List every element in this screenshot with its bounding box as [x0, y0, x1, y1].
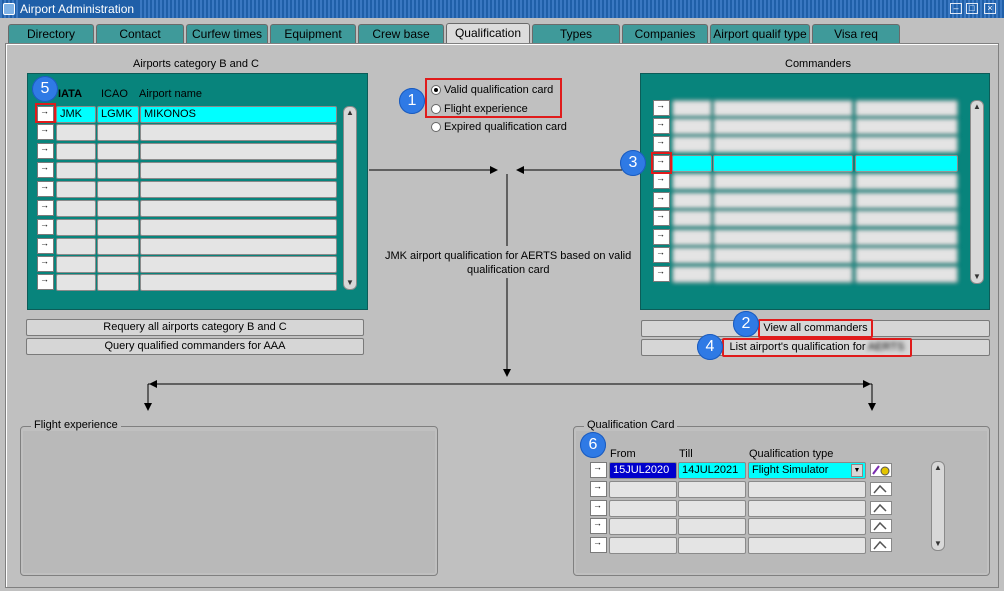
- qual-till-cell[interactable]: [678, 481, 746, 498]
- row-select-button[interactable]: →: [653, 136, 670, 152]
- step-badge-3: 3: [620, 150, 646, 176]
- qual-from-cell[interactable]: [609, 481, 677, 498]
- row-select-button[interactable]: →: [590, 481, 607, 497]
- row-select-button[interactable]: →: [653, 210, 670, 226]
- qual-type-select[interactable]: [748, 500, 866, 517]
- commander-code-cell[interactable]: [672, 136, 712, 153]
- step-badge-2: 2: [733, 311, 759, 337]
- list-button-label: List airport's qualification for: [729, 341, 866, 353]
- qual-type-select[interactable]: [748, 518, 866, 535]
- qual-till-cell[interactable]: [678, 537, 746, 554]
- link-icon[interactable]: [870, 519, 892, 533]
- col-qualification-type: Qualification type: [749, 448, 834, 460]
- col-till: Till: [679, 448, 693, 460]
- qual-till-cell[interactable]: [678, 500, 746, 517]
- commander-code-cell-selected[interactable]: [672, 155, 712, 172]
- row-select-button[interactable]: →: [590, 518, 607, 534]
- row-select-button[interactable]: →: [653, 100, 670, 116]
- commander-name-cell[interactable]: [713, 229, 853, 246]
- qualification-card-title: Qualification Card: [584, 419, 678, 431]
- commander-code-cell[interactable]: [672, 247, 712, 264]
- row-select-button[interactable]: →: [653, 192, 670, 208]
- commanders-title: Commanders: [785, 58, 852, 70]
- qual-type-select[interactable]: Flight Simulator ▼: [748, 462, 866, 479]
- commander-rank-cell[interactable]: [855, 100, 958, 117]
- list-button-name: AERTS: [867, 341, 905, 353]
- qual-till-cell[interactable]: 14JUL2021: [678, 462, 746, 479]
- scroll-down-icon[interactable]: ▼: [971, 271, 983, 283]
- row-select-button[interactable]: →: [653, 173, 670, 189]
- row-select-button[interactable]: →: [653, 247, 670, 263]
- row-select-button[interactable]: →: [653, 266, 670, 282]
- flight-experience-body: [23, 431, 435, 573]
- commander-rank-cell[interactable]: [855, 229, 958, 246]
- commanders-scrollbar[interactable]: ▲ ▼: [970, 100, 984, 284]
- scroll-down-icon[interactable]: ▼: [932, 538, 944, 550]
- qual-type-select[interactable]: [748, 537, 866, 554]
- commander-code-cell[interactable]: [672, 173, 712, 190]
- highlight-box-3: [651, 152, 672, 174]
- step-badge-4: 4: [697, 334, 723, 360]
- commander-code-cell[interactable]: [672, 100, 712, 117]
- step-badge-6: 6: [580, 432, 606, 458]
- row-select-button[interactable]: →: [590, 500, 607, 516]
- link-icon[interactable]: [870, 482, 892, 496]
- commander-code-cell[interactable]: [672, 266, 712, 283]
- commander-rank-cell[interactable]: [855, 173, 958, 190]
- flight-experience-frame: [20, 426, 438, 576]
- commander-name-cell-selected[interactable]: [713, 155, 853, 172]
- qual-from-cell[interactable]: 15JUL2020: [609, 462, 677, 479]
- commander-rank-cell[interactable]: [855, 247, 958, 264]
- row-select-button[interactable]: →: [590, 537, 607, 553]
- commander-rank-cell[interactable]: [855, 192, 958, 209]
- commander-code-cell[interactable]: [672, 229, 712, 246]
- col-from: From: [610, 448, 636, 460]
- commander-name-cell[interactable]: [713, 266, 853, 283]
- qual-from-cell[interactable]: [609, 500, 677, 517]
- row-select-button[interactable]: →: [653, 118, 670, 134]
- link-icon[interactable]: [870, 501, 892, 515]
- row-select-button[interactable]: →: [590, 462, 607, 478]
- qualification-lookup-icon[interactable]: [870, 463, 892, 477]
- scroll-up-icon[interactable]: ▲: [971, 101, 983, 113]
- chevron-down-icon[interactable]: ▼: [851, 464, 863, 477]
- flight-experience-title: Flight experience: [31, 419, 121, 431]
- row-select-button[interactable]: →: [653, 229, 670, 245]
- qual-till-cell[interactable]: [678, 518, 746, 535]
- qualification-scrollbar[interactable]: ▲ ▼: [931, 461, 945, 551]
- commander-name-cell[interactable]: [713, 118, 853, 135]
- commander-name-cell[interactable]: [713, 100, 853, 117]
- commander-rank-cell-selected[interactable]: [855, 155, 958, 172]
- qual-type-select[interactable]: [748, 481, 866, 498]
- commander-rank-cell[interactable]: [855, 210, 958, 227]
- qual-from-cell[interactable]: [609, 537, 677, 554]
- qual-from-cell[interactable]: [609, 518, 677, 535]
- commander-rank-cell[interactable]: [855, 266, 958, 283]
- list-airport-qualification-button[interactable]: List airport's qualification for AERTS: [722, 338, 912, 357]
- commander-rank-cell[interactable]: [855, 118, 958, 135]
- commander-name-cell[interactable]: [713, 173, 853, 190]
- commander-name-cell[interactable]: [713, 210, 853, 227]
- commander-name-cell[interactable]: [713, 247, 853, 264]
- commander-code-cell[interactable]: [672, 192, 712, 209]
- commander-name-cell[interactable]: [713, 192, 853, 209]
- view-all-commanders-button[interactable]: View all commanders: [758, 319, 873, 338]
- link-icon[interactable]: [870, 538, 892, 552]
- commander-rank-cell[interactable]: [855, 136, 958, 153]
- qual-type-value: Flight Simulator: [752, 464, 829, 476]
- scroll-up-icon[interactable]: ▲: [932, 462, 944, 474]
- commander-code-cell[interactable]: [672, 210, 712, 227]
- commander-code-cell[interactable]: [672, 118, 712, 135]
- commander-name-cell[interactable]: [713, 136, 853, 153]
